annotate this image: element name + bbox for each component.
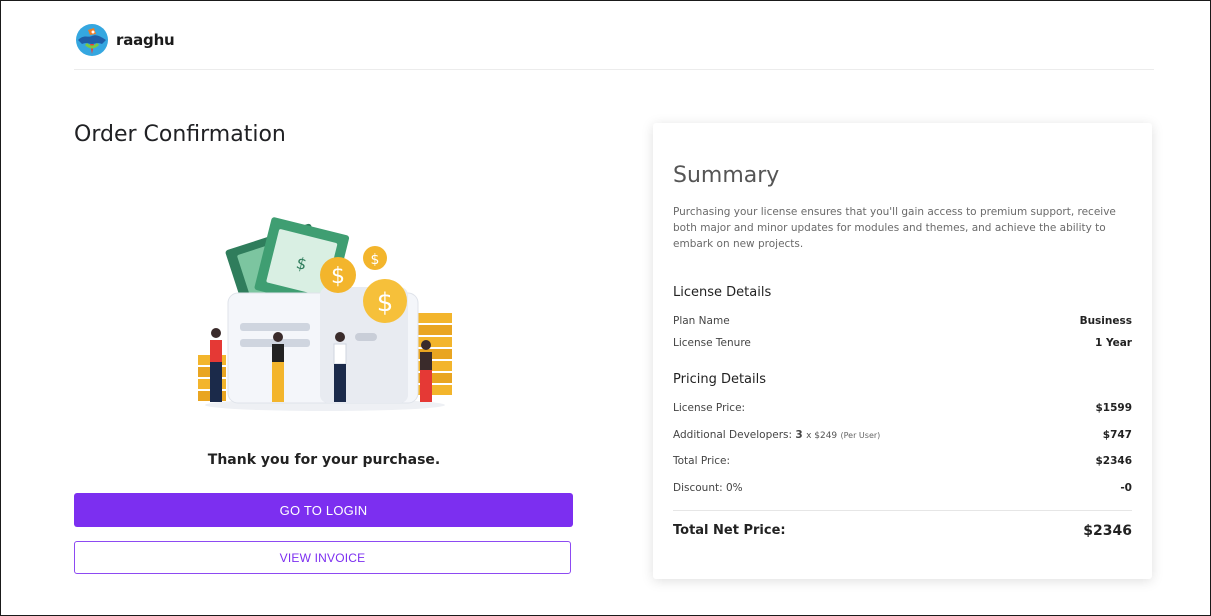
- summary-card: Summary Purchasing your license ensures …: [653, 123, 1152, 579]
- summary-title: Summary: [673, 163, 780, 188]
- total-net-value: $2346: [1083, 523, 1132, 539]
- parrot-logo-icon[interactable]: [74, 22, 110, 58]
- per-user-rate: x $249: [806, 431, 838, 441]
- view-invoice-button[interactable]: VIEW INVOICE: [74, 541, 571, 574]
- discount-value: -0: [1120, 482, 1132, 494]
- additional-developers-text: Additional Developers: 3 x $249 (Per Use…: [673, 429, 880, 441]
- brand-name: raaghu: [116, 31, 175, 49]
- total-price-label: Total Price:: [673, 455, 731, 467]
- thank-you-message: Thank you for your purchase.: [207, 452, 441, 468]
- additional-developers-row: Additional Developers: 3 x $249 (Per Use…: [673, 427, 1132, 443]
- discount-label: Discount: 0%: [673, 482, 743, 494]
- license-tenure-value: 1 Year: [1095, 337, 1132, 349]
- additional-developers-value: $747: [1102, 429, 1132, 441]
- svg-text:$: $: [331, 264, 345, 289]
- header: raaghu: [74, 22, 175, 58]
- pricing-details-heading: Pricing Details: [673, 372, 767, 387]
- svg-text:$: $: [377, 288, 394, 318]
- license-price-label: License Price:: [673, 402, 746, 414]
- header-divider: [74, 69, 1154, 70]
- license-price-value: $1599: [1095, 402, 1132, 414]
- plan-name-row: Plan Name Business: [673, 313, 1132, 329]
- go-to-login-button[interactable]: GO TO LOGIN: [74, 493, 573, 527]
- page-title: Order Confirmation: [74, 122, 286, 147]
- plan-name-label: Plan Name: [673, 315, 730, 327]
- total-price-row: Total Price: $2346: [673, 453, 1132, 469]
- wallet-money-illustration-icon: $ $ $ $: [198, 217, 452, 411]
- total-price-value: $2346: [1095, 455, 1132, 467]
- total-net-row: Total Net Price: $2346: [673, 523, 1132, 539]
- license-tenure-row: License Tenure 1 Year: [673, 335, 1132, 351]
- plan-name-value: Business: [1079, 315, 1132, 327]
- summary-description: Purchasing your license ensures that you…: [673, 206, 1116, 250]
- additional-developers-count: 3: [795, 429, 803, 441]
- total-net-label: Total Net Price:: [673, 523, 786, 538]
- license-details-heading: License Details: [673, 285, 772, 300]
- svg-text:$: $: [371, 252, 380, 268]
- discount-row: Discount: 0% -0: [673, 480, 1132, 496]
- license-tenure-label: License Tenure: [673, 337, 751, 349]
- license-price-row: License Price: $1599: [673, 400, 1132, 416]
- per-user-note: (Per User): [840, 431, 881, 440]
- additional-developers-label: Additional Developers:: [673, 429, 793, 441]
- total-divider: [673, 510, 1132, 511]
